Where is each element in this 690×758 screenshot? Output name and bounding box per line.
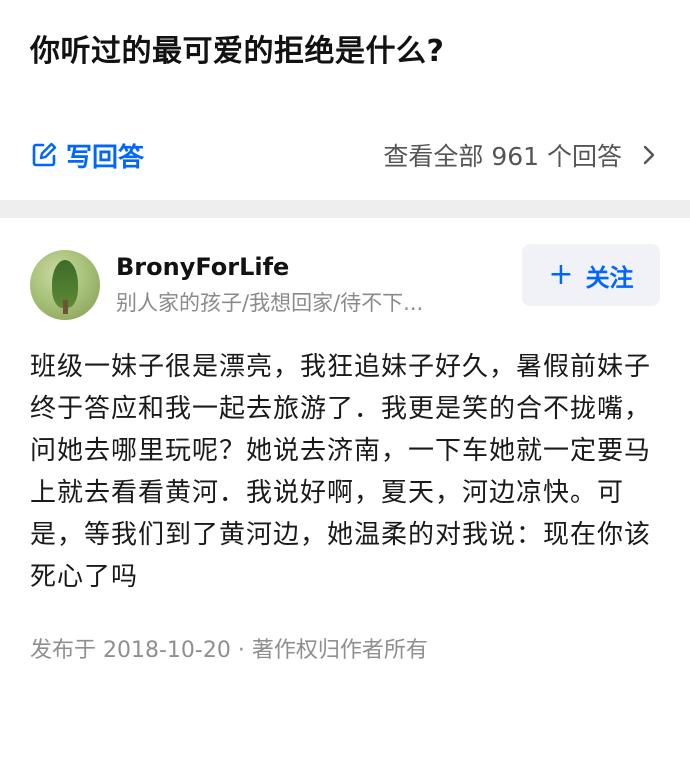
answer-card: BronyForLife 别人家的孩子/我想回家/待不下... + 关注 班级一…: [0, 218, 690, 664]
author-name[interactable]: BronyForLife: [116, 251, 522, 283]
question-actions-bar: 写回答 查看全部 961 个回答: [0, 110, 690, 200]
question-header: 你听过的最可爱的拒绝是什么?: [0, 0, 690, 110]
view-all-answers-link[interactable]: 查看全部 961 个回答: [383, 137, 660, 173]
follow-button[interactable]: + 关注: [522, 244, 660, 306]
answer-body[interactable]: 班级一妹子很是漂亮，我狂追妹子好久，暑假前妹子终于答应和我一起去旅游了．我更是笑…: [30, 346, 660, 598]
avatar-trunk-shape: [63, 300, 68, 314]
write-answer-button[interactable]: 写回答: [30, 137, 144, 174]
plus-icon: +: [548, 257, 574, 292]
write-answer-label: 写回答: [66, 142, 145, 173]
author-bio: 别人家的孩子/我想回家/待不下...: [116, 291, 424, 315]
answer-meta: 发布于 2018-10-20 · 著作权归作者所有: [30, 638, 428, 663]
author-info: BronyForLife 别人家的孩子/我想回家/待不下...: [116, 251, 522, 319]
question-title[interactable]: 你听过的最可爱的拒绝是什么?: [30, 30, 660, 74]
chevron-right-icon: [638, 144, 660, 166]
author-row: BronyForLife 别人家的孩子/我想回家/待不下... + 关注: [30, 240, 660, 330]
follow-label: 关注: [585, 263, 634, 292]
edit-square-icon: [30, 141, 58, 169]
question-page: 你听过的最可爱的拒绝是什么? 写回答 查看全部 961 个回答 BronyFor…: [0, 0, 690, 758]
section-divider: [0, 200, 690, 218]
avatar[interactable]: [30, 250, 100, 320]
view-all-answers-label: 查看全部 961 个回答: [383, 142, 622, 171]
